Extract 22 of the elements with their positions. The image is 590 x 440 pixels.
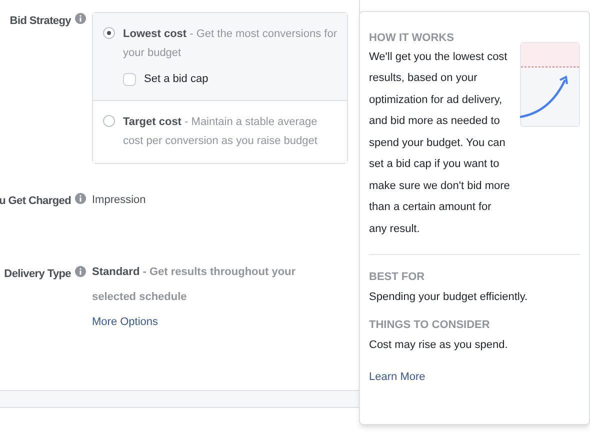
learn-more-link[interactable]: Learn More <box>369 369 426 386</box>
section-text: Cost may rise as you spend. <box>369 338 509 353</box>
field-label: Bid Strategy <box>10 14 71 29</box>
checkbox[interactable] <box>123 72 136 86</box>
section-heading: BEST FOR <box>369 270 426 285</box>
option-text[interactable]: Target cost - Maintain a stable average cost per conversion as you raise budget <box>123 112 337 150</box>
more-options-link[interactable]: More Options <box>92 314 158 330</box>
field-label: Delivery Type <box>4 267 71 282</box>
section-heading: THINGS TO CONSIDER <box>369 318 491 333</box>
field-label: u Get Charged <box>0 194 71 208</box>
delivery-description: Standard - Get results throughout your selected schedule <box>92 265 297 305</box>
info-icon[interactable] <box>75 192 86 204</box>
section-text: We'll get you the lowest cost results, based on your optimization for ad delivery, and bid more as needed to spend your budget. You can set a bid cap if you want to make sure we don't bid more than a certain amount for any result. <box>369 50 511 236</box>
info-icon[interactable] <box>75 266 86 277</box>
section-text: Spending your budget efficiently. <box>369 290 529 305</box>
field-value: Impression <box>92 192 146 208</box>
radio-button[interactable] <box>103 27 115 39</box>
radio-button[interactable] <box>103 114 115 126</box>
info-icon[interactable] <box>75 13 86 24</box>
section-heading: HOW IT WORKS <box>369 31 455 46</box>
checkbox-label: Set a bid cap <box>144 72 208 87</box>
option-text[interactable]: Lowest cost - Get the most conversions for your budget <box>123 25 337 63</box>
